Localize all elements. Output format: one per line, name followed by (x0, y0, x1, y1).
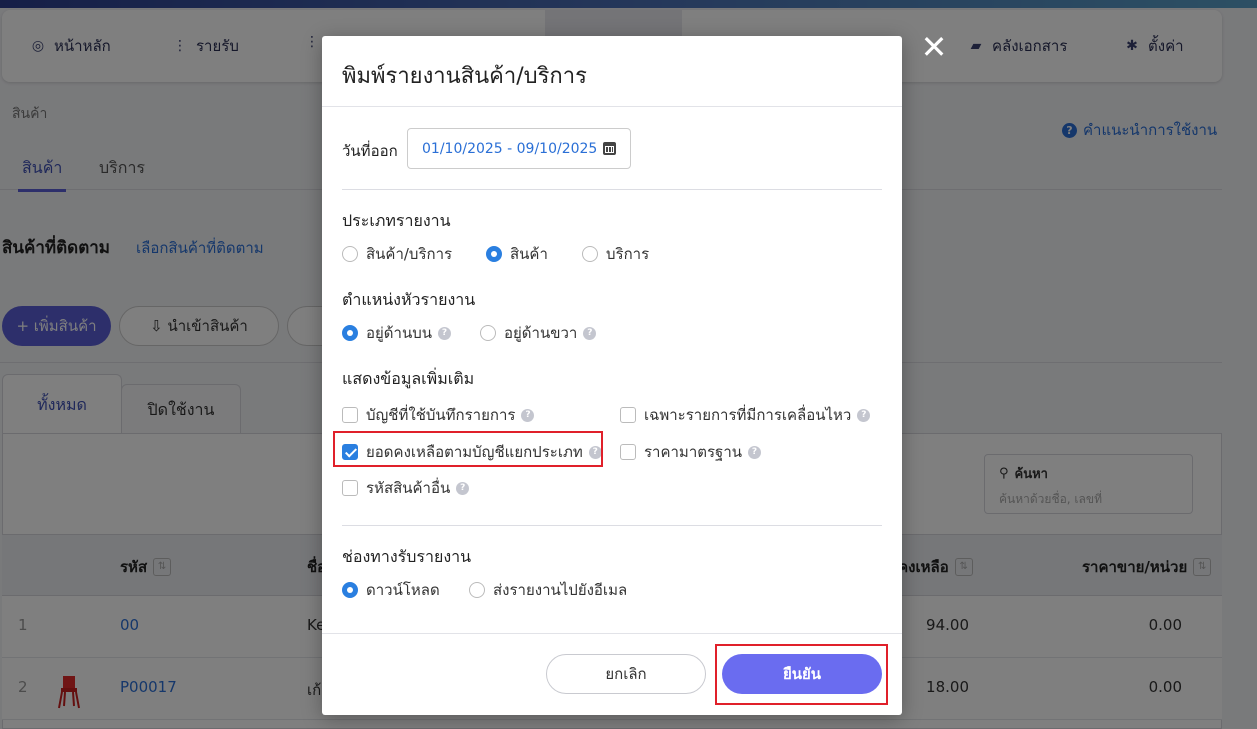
calendar-icon (603, 142, 617, 155)
report-type-title: ประเภทรายงาน (342, 211, 451, 230)
option-label: บริการ (606, 245, 650, 263)
extra-option-other-code[interactable]: รหัสสินค้าอื่น ? (342, 476, 470, 500)
option-label: อยู่ด้านขวา (504, 324, 578, 342)
extra-info-title: แสดงข้อมูลเพิ่มเติม (342, 369, 475, 388)
cancel-button[interactable]: ยกเลิก (546, 654, 706, 694)
radio-button[interactable] (582, 246, 598, 262)
help-icon[interactable]: ? (748, 445, 761, 459)
help-icon[interactable]: ? (521, 408, 535, 422)
header-position-option-top[interactable]: อยู่ด้านบน ? (342, 321, 451, 345)
report-type-option-products[interactable]: สินค้า (486, 242, 548, 266)
highlight-confirm-box (715, 644, 888, 705)
option-label: ส่งรายงานไปยังอีเมล (493, 581, 628, 599)
highlight-ledger-balance-box (333, 431, 603, 467)
radio-button[interactable] (486, 246, 502, 262)
divider (342, 189, 882, 190)
option-label: สินค้า/บริการ (366, 245, 453, 263)
date-range-value: 01/10/2025 - 09/10/2025 (422, 140, 598, 157)
option-label: เฉพาะรายการที่มีการเคลื่อนไหว (644, 406, 852, 424)
option-label: รหัสสินค้าอื่น (366, 479, 451, 497)
radio-button[interactable] (469, 582, 485, 598)
extra-option-standard-price[interactable]: ราคามาตรฐาน ? (620, 440, 761, 464)
delivery-channel-title: ช่องทางรับรายงาน (342, 547, 472, 566)
option-label: อยู่ด้านบน (366, 324, 432, 342)
header-position-title: ตำแหน่งหัวรายงาน (342, 290, 476, 309)
help-icon[interactable]: ? (857, 408, 871, 422)
date-label: วันที่ออก (342, 142, 398, 160)
extra-option-moving-only[interactable]: เฉพาะรายการที่มีการเคลื่อนไหว ? (620, 403, 871, 427)
option-label: ราคามาตรฐาน (644, 443, 742, 461)
extra-option-account[interactable]: บัญชีที่ใช้บันทึกรายการ ? (342, 403, 535, 427)
checkbox[interactable] (342, 480, 358, 496)
divider (342, 525, 882, 526)
radio-button[interactable] (342, 582, 358, 598)
channel-option-download[interactable]: ดาวน์โหลด (342, 578, 440, 602)
print-report-modal: พิมพ์รายงานสินค้า/บริการ วันที่ออก 01/10… (322, 36, 902, 715)
radio-button[interactable] (480, 325, 496, 341)
checkbox[interactable] (620, 444, 636, 460)
channel-option-email[interactable]: ส่งรายงานไปยังอีเมล (469, 578, 627, 602)
help-icon[interactable]: ? (438, 326, 451, 340)
report-type-option-all[interactable]: สินค้า/บริการ (342, 242, 452, 266)
radio-button[interactable] (342, 325, 358, 341)
modal-header: พิมพ์รายงานสินค้า/บริการ (322, 36, 902, 107)
radio-button[interactable] (342, 246, 358, 262)
help-icon[interactable]: ? (456, 481, 470, 495)
checkbox[interactable] (342, 407, 358, 423)
option-label: สินค้า (510, 245, 548, 263)
date-range-input[interactable]: 01/10/2025 - 09/10/2025 (407, 128, 631, 169)
option-label: ดาวน์โหลด (366, 581, 440, 599)
checkbox[interactable] (620, 407, 636, 423)
header-position-option-right[interactable]: อยู่ด้านขวา ? (480, 321, 597, 345)
report-type-option-services[interactable]: บริการ (582, 242, 649, 266)
option-label: บัญชีที่ใช้บันทึกรายการ (366, 406, 516, 424)
modal-title: พิมพ์รายงานสินค้า/บริการ (342, 64, 587, 89)
help-icon[interactable]: ? (583, 326, 597, 340)
close-icon[interactable]: ✕ (920, 31, 948, 63)
